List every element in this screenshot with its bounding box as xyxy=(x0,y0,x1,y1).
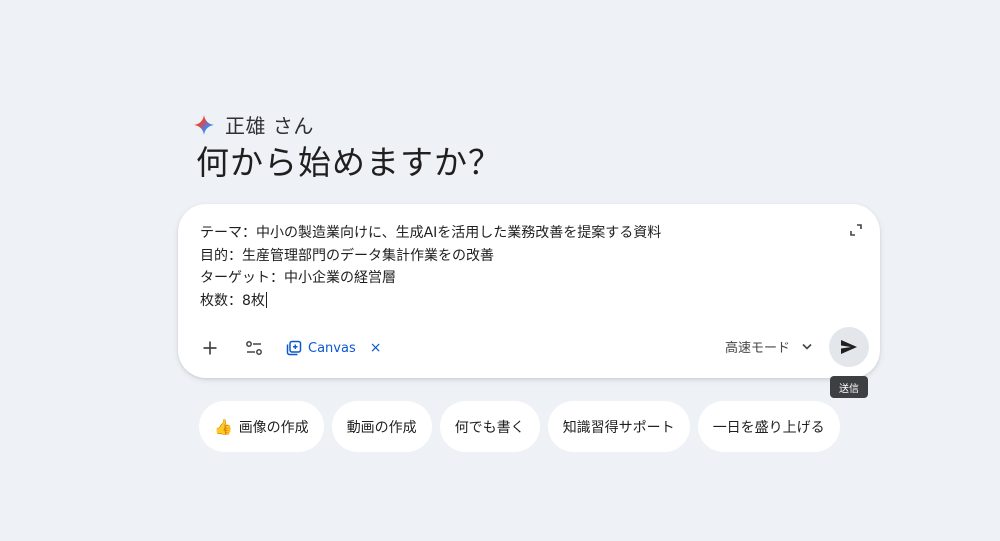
prompt-line-text: 枚数：8枚 xyxy=(200,292,265,309)
send-tooltip: 送信 xyxy=(830,376,868,398)
tools-button[interactable] xyxy=(240,334,268,362)
page-title: 何から始めますか？ xyxy=(196,143,502,182)
gemini-spark-icon xyxy=(193,114,215,135)
suggestion-chip-brighten-day[interactable]: 一日を盛り上げる xyxy=(697,401,840,452)
suggestion-chip-video[interactable]: 動画の作成 xyxy=(331,401,432,452)
prompt-line: 目的：生産管理部門のデータ集計作業をの改善 xyxy=(200,247,494,264)
prompt-input[interactable]: テーマ：中小の製造業向けに、生成AIを活用した業務改善を提案する資料 目的：生産… xyxy=(200,222,820,312)
suggestion-chip-image[interactable]: 👍 画像の作成 xyxy=(199,401,324,452)
greeting: 正雄 さん xyxy=(193,110,314,139)
mode-selector[interactable]: 高速モード xyxy=(725,337,812,356)
expand-icon xyxy=(850,224,862,236)
greeting-name: 正雄 さん xyxy=(225,114,314,138)
thumbs-up-icon: 👍 xyxy=(214,417,233,436)
mode-label: 高速モード xyxy=(725,341,791,356)
send-icon xyxy=(841,340,857,354)
suggestion-chip-learning[interactable]: 知識習得サポート xyxy=(547,401,690,452)
suggestion-label: 動画の作成 xyxy=(346,419,417,436)
prompt-line-last: 枚数：8枚 xyxy=(200,290,820,313)
tune-icon xyxy=(246,341,262,355)
suggestion-label: 一日を盛り上げる xyxy=(712,419,825,436)
suggestion-label: 何でも書く xyxy=(454,419,525,436)
suggestion-label: 知識習得サポート xyxy=(562,419,675,436)
canvas-icon xyxy=(286,340,302,356)
canvas-label: Canvas xyxy=(308,340,356,356)
prompt-line: ターゲット：中小企業の経営層 xyxy=(200,270,396,286)
suggestion-chip-write[interactable]: 何でも書く xyxy=(439,401,540,452)
add-button[interactable] xyxy=(196,334,224,362)
text-caret xyxy=(265,291,267,308)
expand-button[interactable] xyxy=(848,222,864,238)
suggestion-chips: 👍 画像の作成 動画の作成 何でも書く 知識習得サポート 一日を盛り上げる xyxy=(199,401,840,452)
chevron-down-icon xyxy=(802,343,812,350)
plus-icon xyxy=(203,341,217,355)
send-button[interactable] xyxy=(829,327,869,367)
suggestion-label: 画像の作成 xyxy=(238,419,309,436)
prompt-composer: テーマ：中小の製造業向けに、生成AIを活用した業務改善を提案する資料 目的：生産… xyxy=(178,204,880,378)
composer-toolbar: Canvas × xyxy=(196,334,381,362)
canvas-close-icon[interactable]: × xyxy=(370,340,382,356)
prompt-line: テーマ：中小の製造業向けに、生成AIを活用した業務改善を提案する資料 xyxy=(200,225,662,241)
canvas-chip[interactable]: Canvas × xyxy=(286,340,381,356)
